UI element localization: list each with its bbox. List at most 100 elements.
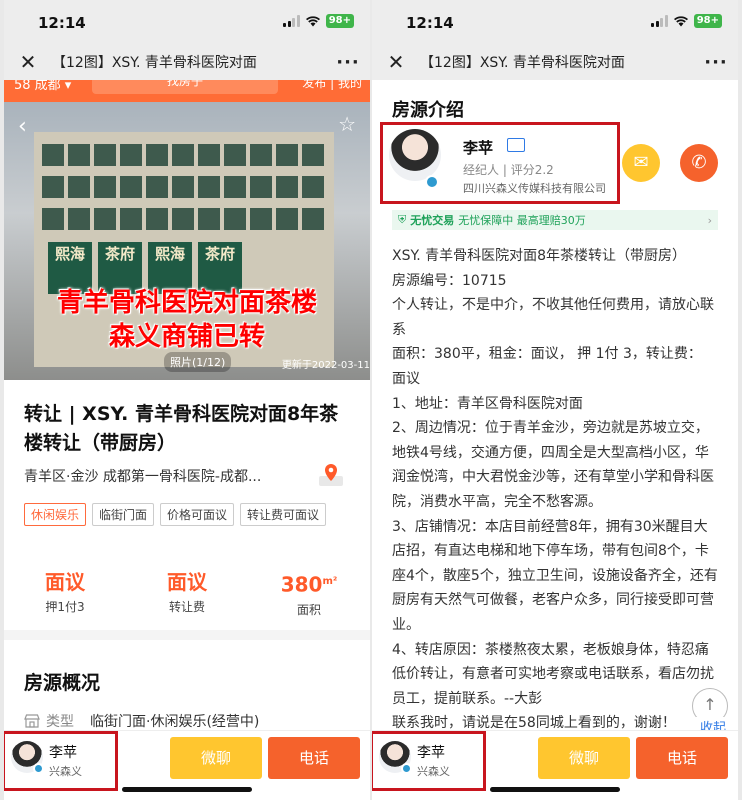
battery-indicator: 98+ bbox=[325, 14, 354, 28]
price-stats: 面议 押1付3 面议 转让费 380m² 面积 bbox=[4, 568, 370, 618]
desc-line: 个人转让，不是中介，不收其他任何费用，请放心联系 bbox=[392, 297, 714, 338]
nav-title: 【12图】XSY. 青羊骨科医院对面 bbox=[52, 55, 257, 71]
listing-description: XSY. 青羊骨科医院对面8年茶楼转让（带厨房） 房源编号：10715 个人转让… bbox=[392, 244, 720, 736]
stat-label: 押1付3 bbox=[45, 600, 85, 614]
stat-area: 380m² 面积 bbox=[248, 568, 370, 618]
stat-value: 面议 bbox=[167, 570, 207, 594]
photo-overlay-text: 青羊骨科医院对面茶楼 bbox=[56, 288, 317, 318]
desc-line: XSY. 青羊骨科医院对面8年茶楼转让（带厨房） bbox=[392, 248, 686, 264]
intro-title: 房源介绍 bbox=[392, 100, 464, 121]
bottom-bar: 李苹 兴森义 微聊 电话 bbox=[372, 730, 738, 800]
agent-card[interactable]: 李苹 经纪人 | 评分2.2 四川兴森义传媒科技有限公司 bbox=[380, 122, 620, 204]
agent-name: 李苹 bbox=[49, 745, 77, 761]
stat-rent: 面议 押1付3 bbox=[4, 568, 126, 618]
overview-title: 房源概况 bbox=[24, 672, 101, 694]
stat-transfer-fee: 面议 转让费 bbox=[126, 568, 248, 618]
stat-label: 面积 bbox=[296, 602, 321, 617]
shield-icon: ⛨ bbox=[398, 213, 407, 226]
type-row: 类型 临街门面·休闲娱乐(经营中) bbox=[24, 711, 259, 731]
nav-bar: ✕ 【12图】XSY. 青羊骨科医院对面 ··· bbox=[4, 44, 370, 80]
desc-line: 面积：380平，租金：面议， 押 1付 3，转让费： 面议 bbox=[392, 346, 702, 387]
type-label: 类型 bbox=[46, 714, 74, 730]
tag: 转让费可面议 bbox=[240, 503, 327, 526]
desc-line: 3、店铺情况：本店目前经营8年，拥有30米醒目大店招，有直达电梯和地下停车场，带… bbox=[392, 518, 718, 633]
tag: 休闲娱乐 bbox=[24, 503, 87, 526]
desc-line: 4、转店原因：茶楼熬夜太累，老板娘身体，特忍痛低价转让，有意者可实地考察或电话联… bbox=[392, 641, 714, 707]
agent-mini-card[interactable]: 李苹 兴森义 bbox=[372, 731, 486, 791]
wifi-icon bbox=[305, 16, 320, 27]
desc-line: 房源编号：10715 bbox=[392, 272, 507, 289]
status-time: 12:14 bbox=[406, 14, 454, 32]
more-icon[interactable]: ··· bbox=[694, 52, 738, 73]
search-box[interactable]: 找房子 bbox=[92, 80, 278, 94]
status-icons: 98+ bbox=[651, 14, 722, 28]
chat-button[interactable]: 微聊 bbox=[170, 737, 262, 779]
wifi-icon bbox=[673, 16, 688, 27]
listing-photo[interactable]: 熙海 茶府 熙海 茶府 ‹ ☆ 青羊骨科医院对面茶楼 森义商铺已转 照片(1/1… bbox=[4, 102, 370, 380]
stat-value: 面议 bbox=[45, 570, 85, 594]
home-indicator bbox=[122, 787, 252, 792]
section-divider bbox=[4, 630, 370, 640]
stat-label: 转让费 bbox=[168, 600, 205, 614]
header-strip: 58 成都 ▾ 找房子 发布 | 我的 bbox=[4, 80, 370, 102]
close-icon[interactable]: ✕ bbox=[372, 50, 420, 74]
favorite-star-icon[interactable]: ☆ bbox=[338, 112, 356, 136]
guarantee-brand: 无忧交易 bbox=[410, 214, 455, 227]
chat-bubble-icon[interactable]: ✉ bbox=[622, 144, 660, 182]
id-card-icon bbox=[507, 138, 525, 152]
agent-name: 李苹 bbox=[417, 745, 445, 761]
nav-title: 【12图】XSY. 青羊骨科医院对面 bbox=[420, 55, 625, 71]
close-icon[interactable]: ✕ bbox=[4, 50, 52, 74]
tag: 价格可面议 bbox=[160, 503, 235, 526]
listing-address[interactable]: 青羊区·金沙 成都第一骨科医院-成都... bbox=[24, 466, 304, 486]
phone-left: 12:14 98+ ✕ 【12图】XSY. 青羊骨科医院对面 ··· 58 成都… bbox=[4, 0, 370, 800]
agent-company: 四川兴森义传媒科技有限公司 bbox=[463, 182, 606, 195]
agent-role: 经纪人 | 评分2.2 bbox=[463, 163, 554, 177]
status-icons: 98+ bbox=[283, 14, 354, 28]
stat-value: 380m² bbox=[248, 568, 370, 599]
type-value: 临街门面·休闲娱乐(经营中) bbox=[90, 714, 260, 730]
chat-button[interactable]: 微聊 bbox=[538, 737, 630, 779]
battery-indicator: 98+ bbox=[693, 14, 722, 28]
area-number: 380 bbox=[280, 572, 323, 597]
agent-company: 兴森义 bbox=[49, 765, 82, 778]
area-unit: m² bbox=[322, 576, 338, 587]
back-arrow-icon[interactable]: ‹ bbox=[18, 114, 27, 139]
tag-list: 休闲娱乐 临街门面 价格可面议 转让费可面议 bbox=[24, 503, 327, 526]
rating-text: 评分2.2 bbox=[510, 163, 554, 177]
call-button[interactable]: 电话 bbox=[268, 737, 360, 779]
chevron-right-icon: › bbox=[707, 213, 712, 227]
status-time: 12:14 bbox=[38, 14, 86, 32]
phone-right: 12:14 98+ ✕ 【12图】XSY. 青羊骨科医院对面 ··· 房源介绍 … bbox=[372, 0, 738, 800]
agent-avatar bbox=[389, 129, 441, 181]
city-selector[interactable]: 58 成都 ▾ bbox=[14, 80, 71, 93]
desc-line: 1、地址：青羊区骨科医院对面 bbox=[392, 395, 583, 412]
nav-bar: ✕ 【12图】XSY. 青羊骨科医院对面 ··· bbox=[372, 44, 738, 80]
guarantee-text: 无忧保障中 最高理赔30万 bbox=[458, 214, 586, 227]
call-button[interactable]: 电话 bbox=[636, 737, 728, 779]
guarantee-banner[interactable]: ⛨ 无忧交易 无忧保障中 最高理赔30万 › bbox=[392, 210, 718, 230]
agent-name: 李苹 bbox=[463, 139, 494, 157]
verified-badge-icon bbox=[33, 763, 44, 774]
more-icon[interactable]: ··· bbox=[326, 52, 370, 73]
home-indicator bbox=[490, 787, 620, 792]
verified-badge-icon bbox=[425, 175, 439, 189]
listing-title: 转让 | XSY. 青羊骨科医院对面8年茶楼转让（带厨房） bbox=[24, 403, 339, 454]
photo-counter: 照片(1/12) bbox=[164, 352, 232, 372]
map-pin-icon[interactable] bbox=[318, 462, 344, 488]
signal-icon bbox=[283, 15, 300, 27]
role-text: 经纪人 bbox=[463, 163, 500, 177]
phone-call-icon[interactable]: ✆ bbox=[680, 144, 718, 182]
tag: 临街门面 bbox=[92, 503, 155, 526]
agent-company: 兴森义 bbox=[417, 765, 450, 778]
shop-icon bbox=[24, 714, 40, 728]
bottom-bar: 李苹 兴森义 微聊 电话 bbox=[4, 730, 370, 800]
signal-icon bbox=[651, 15, 668, 27]
header-links[interactable]: 发布 | 我的 bbox=[302, 80, 362, 91]
photo-overlay-text: 森义商铺已转 bbox=[108, 322, 265, 352]
agent-mini-card[interactable]: 李苹 兴森义 bbox=[4, 731, 118, 791]
verified-badge-icon bbox=[401, 763, 412, 774]
status-bar: 12:14 98+ bbox=[4, 0, 370, 44]
desc-line: 2、周边情况：位于青羊金沙，旁边就是苏坡立交，地铁4号线，交通方便，四周全是大型… bbox=[392, 420, 714, 510]
status-bar: 12:14 98+ bbox=[372, 0, 738, 44]
